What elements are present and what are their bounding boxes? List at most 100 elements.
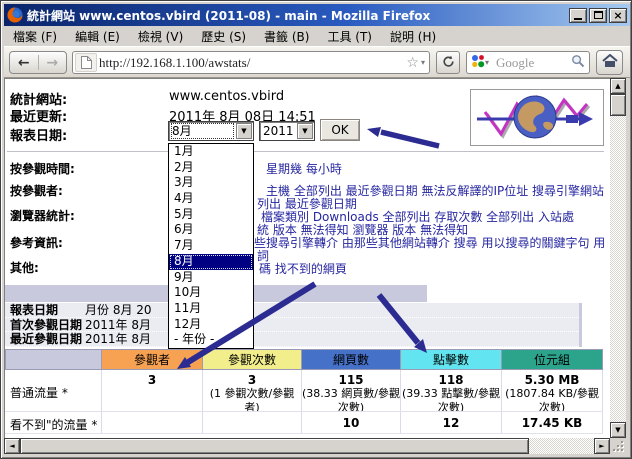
stats-row-normal-traffic: 普通流量 * 3 3 (1 參觀次數/參觀者) 115 (38.33 網頁數/參… xyxy=(5,370,603,412)
year-select[interactable]: 2011 ▼ xyxy=(259,121,315,141)
minimize-icon xyxy=(574,18,582,20)
dropdown-item[interactable]: 3月 xyxy=(169,175,253,191)
dropdown-item[interactable]: - 年份 - xyxy=(169,332,253,348)
close-button[interactable]: × xyxy=(609,8,627,23)
close-icon: × xyxy=(613,10,622,21)
dropdown-item[interactable]: 4月 xyxy=(169,191,253,207)
bookmark-caret-icon[interactable]: ▾ xyxy=(421,58,425,67)
maximize-button[interactable] xyxy=(589,8,607,23)
stats-header-cell-visitors: 參觀者 xyxy=(102,349,203,370)
menu-item-edit[interactable]: 編輯 (E) xyxy=(66,26,129,47)
back-icon: ← xyxy=(18,55,30,71)
stat-value: 10 xyxy=(302,415,400,431)
bookmark-star-icon[interactable]: ☆ xyxy=(406,55,419,71)
stats-row-label: 看不到"的流量 * xyxy=(5,412,102,433)
dropdown-item[interactable]: 10月 xyxy=(169,285,253,301)
search-box[interactable]: ▾ Google xyxy=(466,51,590,74)
link-line[interactable]: 星期幾 每小時 xyxy=(266,160,342,177)
year-select-arrow-icon[interactable]: ▼ xyxy=(297,123,313,139)
report-info-value: 月份 8月 20 xyxy=(85,303,152,317)
menu-item-tools[interactable]: 工具 (T) xyxy=(318,26,381,47)
month-select-arrow-icon[interactable]: ▼ xyxy=(236,123,252,139)
search-icon[interactable] xyxy=(571,53,585,72)
link-line[interactable]: 些搜尋引擎轉介 由那些其他網站轉介 搜尋 用以搜尋的關鍵字句 用 xyxy=(254,234,605,251)
globe-icon xyxy=(471,90,603,145)
horizontal-scrollbar[interactable]: ◄ ► xyxy=(4,438,610,454)
resize-grip[interactable] xyxy=(610,438,626,454)
menu-bar: 檔案 (F) 編輯 (E) 檢視 (V) 歷史 (S) 書籤 (B) 工具 (T… xyxy=(4,26,630,47)
month-dropdown[interactable]: 1月 2月 3月 4月 5月 6月 7月 8月 9月 10月 11月 12月 -… xyxy=(168,143,254,349)
back-button[interactable]: ← xyxy=(10,52,38,73)
scroll-up-button[interactable]: ▲ xyxy=(610,78,626,94)
window-controls: × xyxy=(569,8,627,23)
stats-cell: 17.45 KB xyxy=(502,412,603,433)
stats-cell: 3 xyxy=(102,370,203,411)
stats-table: 參觀者 參觀次數 網頁數 點擊數 位元組 普通流量 * 3 3 (1 參觀次數/… xyxy=(5,349,603,434)
section-label-other: 其他: xyxy=(10,259,39,276)
title-bar[interactable]: 統計網站 www.centos.vbird (2011-08) - main -… xyxy=(4,4,630,26)
horizontal-scroll-thumb[interactable] xyxy=(20,438,529,454)
scroll-left-button[interactable]: ◄ xyxy=(4,438,20,454)
stat-value: 3 xyxy=(203,373,301,387)
year-select-value: 2011 xyxy=(263,124,294,138)
stat-subtext: (1 參觀次數/參觀者) xyxy=(203,387,301,411)
minimize-button[interactable] xyxy=(569,8,587,23)
menu-item-view[interactable]: 檢視 (V) xyxy=(129,26,192,47)
url-text[interactable]: http://192.168.1.100/awstats/ xyxy=(99,55,406,71)
dropdown-item[interactable]: 2月 xyxy=(169,160,253,176)
stats-header-cell-bytes: 位元組 xyxy=(502,349,603,370)
stat-subtext: (39.33 點擊數/參觀次數) xyxy=(401,387,501,411)
ok-button[interactable]: OK xyxy=(320,119,360,141)
menu-item-history[interactable]: 歷史 (S) xyxy=(192,26,255,47)
nav-button-group: ← → xyxy=(9,51,67,74)
stats-cell xyxy=(102,412,203,433)
scroll-down-button[interactable]: ▼ xyxy=(610,422,626,438)
navigation-toolbar: ← → http://192.168.1.100/awstats/ ☆ ▾ xyxy=(4,47,630,78)
stats-header-cell-pages: 網頁數 xyxy=(302,349,401,370)
stats-header-cell-hits: 點擊數 xyxy=(401,349,502,370)
reload-button[interactable] xyxy=(436,51,460,74)
stat-value: 3 xyxy=(102,373,202,387)
firefox-icon xyxy=(7,7,23,23)
dropdown-item-selected[interactable]: 8月 xyxy=(169,254,253,270)
home-button[interactable] xyxy=(596,50,623,75)
report-info-row: 報表日期 月份 8月 20 xyxy=(5,303,579,318)
dropdown-item[interactable]: 7月 xyxy=(169,238,253,254)
stats-cell: 12 xyxy=(401,412,502,433)
menu-item-help[interactable]: 說明 (H) xyxy=(381,26,445,47)
section-label-referrers: 參考資訊: xyxy=(10,234,63,251)
month-select[interactable]: 8月 ▼ xyxy=(168,121,254,141)
forward-icon: → xyxy=(46,55,58,71)
menu-item-bookmarks[interactable]: 書籤 (B) xyxy=(255,26,318,47)
month-select-value: 8月 xyxy=(172,124,233,138)
dropdown-item[interactable]: 9月 xyxy=(169,270,253,286)
url-bar[interactable]: http://192.168.1.100/awstats/ ☆ ▾ xyxy=(72,51,430,74)
google-logo-icon xyxy=(471,53,485,72)
stats-cell: 10 xyxy=(302,412,401,433)
stat-subtext: (1807.84 KB/參觀次數) xyxy=(502,387,602,411)
stats-cell: 115 (38.33 網頁數/參觀次數) xyxy=(302,370,401,411)
search-placeholder[interactable]: Google xyxy=(496,55,571,71)
report-info-label: 報表日期 xyxy=(5,303,85,317)
report-info-table: 報表日期 月份 8月 20 首次參觀日期 2011年 8月 最近參觀日期 201… xyxy=(5,303,582,347)
search-engine-caret-icon[interactable]: ▾ xyxy=(485,58,489,67)
section-divider xyxy=(7,151,604,152)
vertical-scrollbar[interactable]: ▲ ▼ xyxy=(610,78,626,438)
site-name-value: www.centos.vbird xyxy=(169,89,284,104)
report-info-row: 首次參觀日期 2011年 8月 xyxy=(5,318,579,333)
forward-button[interactable]: → xyxy=(39,52,67,73)
stats-cell xyxy=(203,412,302,433)
report-info-value: 2011年 8月 xyxy=(85,332,151,346)
link-line[interactable]: 碼 找不到的網頁 xyxy=(259,260,347,277)
vertical-scroll-thumb[interactable] xyxy=(610,94,626,116)
page-icon xyxy=(75,53,97,72)
menu-item-file[interactable]: 檔案 (F) xyxy=(4,26,66,47)
stats-row-label: 普通流量 * xyxy=(5,370,102,411)
dropdown-item[interactable]: 6月 xyxy=(169,222,253,238)
dropdown-item[interactable]: 11月 xyxy=(169,301,253,317)
browser-window: 統計網站 www.centos.vbird (2011-08) - main -… xyxy=(0,0,632,459)
dropdown-item[interactable]: 12月 xyxy=(169,317,253,333)
dropdown-item[interactable]: 5月 xyxy=(169,207,253,223)
scroll-right-button[interactable]: ► xyxy=(594,438,610,454)
dropdown-item[interactable]: 1月 xyxy=(169,144,253,160)
